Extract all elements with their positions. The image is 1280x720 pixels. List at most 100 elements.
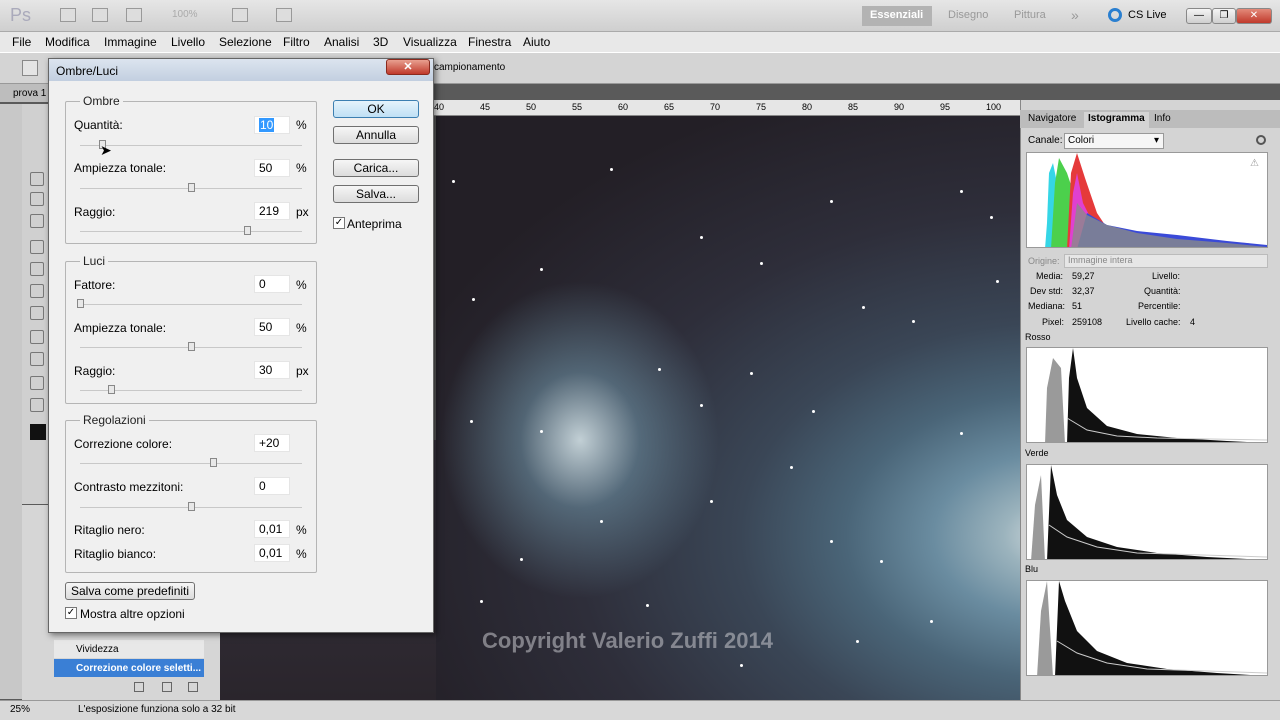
screen-mode-icon[interactable] <box>276 8 292 22</box>
salva-button[interactable]: Salva... <box>333 185 419 203</box>
dialog-close-button[interactable]: ✕ <box>386 59 430 75</box>
foreground-color-swatch[interactable] <box>30 424 46 440</box>
luci-raggio-slider[interactable] <box>108 385 116 394</box>
menu-immagine[interactable]: Immagine <box>104 35 157 49</box>
menu-aiuto[interactable]: Aiuto <box>523 35 550 49</box>
menu-finestra[interactable]: Finestra <box>468 35 511 49</box>
lasso-tool-icon[interactable] <box>30 192 44 206</box>
layers-buttons <box>54 679 204 697</box>
contrasto-mezzitoni-slider[interactable] <box>188 502 195 511</box>
marquee-tool-icon[interactable] <box>30 172 44 186</box>
histogram-blu <box>1026 580 1268 676</box>
layer-name-selected: Correzione colore seletti... <box>76 663 202 674</box>
ombre-quantita-label: Quantità: <box>74 118 123 132</box>
star <box>760 262 763 265</box>
histogram-rosso <box>1026 347 1268 443</box>
luci-ampiezza-slider[interactable] <box>188 342 195 351</box>
carica-button[interactable]: Carica... <box>333 159 419 177</box>
menu-visualizza[interactable]: Visualizza <box>403 35 457 49</box>
hand-tool-icon[interactable] <box>30 398 44 412</box>
star <box>480 600 483 603</box>
star <box>658 368 661 371</box>
zoom-field[interactable]: 25% <box>10 704 30 715</box>
workspace-essenziali[interactable]: Essenziali <box>862 6 932 26</box>
tab-istogramma[interactable]: Istogramma <box>1084 112 1149 128</box>
eyedropper-icon[interactable] <box>22 60 38 76</box>
restore-button[interactable]: ❐ <box>1212 8 1236 24</box>
ombre-raggio-field[interactable]: 219 <box>254 202 290 220</box>
refresh-icon[interactable] <box>1256 135 1266 145</box>
rotate-view-tool-icon[interactable] <box>30 376 44 390</box>
annulla-button[interactable]: Annulla <box>333 126 419 144</box>
star <box>790 466 793 469</box>
menu-modifica[interactable]: Modifica <box>45 35 90 49</box>
luci-fattore-slider[interactable] <box>77 299 84 308</box>
minibridge-icon[interactable] <box>92 8 108 22</box>
ok-button[interactable]: OK <box>333 100 419 118</box>
workspace-pittura[interactable]: Pittura <box>1006 6 1054 26</box>
menu-selezione[interactable]: Selezione <box>219 35 272 49</box>
bridge-icon[interactable] <box>60 8 76 22</box>
workspace-disegno[interactable]: Disegno <box>940 6 996 26</box>
luci-fattore-field[interactable]: 0 <box>254 275 290 293</box>
menu-file[interactable]: File <box>12 35 31 49</box>
status-message: L'esposizione funziona solo a 32 bit <box>78 704 236 715</box>
star <box>540 430 543 433</box>
correzione-colore-slider[interactable] <box>210 458 218 467</box>
ruler-tick: 60 <box>618 102 629 112</box>
ombre-quantita-unit: % <box>296 118 307 132</box>
salva-predefiniti-button[interactable]: Salva come predefiniti <box>65 582 195 600</box>
stamp-tool-icon[interactable] <box>30 284 44 298</box>
stat-livello-cache-label: Livello cache: <box>1126 317 1181 327</box>
mostra-opzioni-checkbox[interactable]: ✓ <box>65 607 77 619</box>
folder-icon[interactable] <box>162 682 172 692</box>
ruler-tick: 100 <box>986 102 1002 112</box>
trash-icon[interactable] <box>188 682 198 692</box>
luci-ampiezza-field[interactable]: 50 <box>254 318 290 336</box>
ombre-raggio-slider[interactable] <box>243 226 251 235</box>
close-button[interactable]: ✕ <box>1236 8 1272 24</box>
photoshop-logo: Ps <box>10 5 32 25</box>
extras-icon[interactable] <box>126 8 142 22</box>
luci-raggio-field[interactable]: 30 <box>254 361 290 379</box>
brush-tool-icon[interactable] <box>30 262 44 276</box>
ruler-tick: 45 <box>480 102 491 112</box>
ruler-tick: 50 <box>526 102 537 112</box>
adjustment-icon[interactable] <box>134 682 144 692</box>
tab-info[interactable]: Info <box>1150 112 1175 128</box>
ritaglio-nero-field[interactable]: 0,01 <box>254 520 290 538</box>
menu-analisi[interactable]: Analisi <box>324 35 359 49</box>
origine-select[interactable]: Immagine intera <box>1064 254 1268 268</box>
contrasto-mezzitoni-field[interactable]: 0 <box>254 477 290 495</box>
ruler-tick: 90 <box>894 102 905 112</box>
direct-select-tool-icon[interactable] <box>30 352 44 366</box>
ritaglio-bianco-label: Ritaglio bianco: <box>74 547 157 561</box>
ombre-quantita-field[interactable]: 10 <box>254 116 290 134</box>
star <box>996 280 999 283</box>
stat-percentile-label: Percentile: <box>1138 301 1181 311</box>
zoom-level[interactable]: 100% <box>172 9 198 20</box>
anteprima-checkbox[interactable]: ✓ <box>333 217 345 229</box>
menu-3d[interactable]: 3D <box>373 35 388 49</box>
path-tool-icon[interactable] <box>30 330 44 344</box>
healing-tool-icon[interactable] <box>30 240 44 254</box>
ombre-ampiezza-slider[interactable] <box>188 183 195 192</box>
arrange-icon[interactable] <box>232 8 248 22</box>
ombre-group-title: Ombre <box>80 94 123 108</box>
crop-tool-icon[interactable] <box>30 214 44 228</box>
menu-livello[interactable]: Livello <box>171 35 205 49</box>
menu-filtro[interactable]: Filtro <box>283 35 310 49</box>
ombre-ampiezza-field[interactable]: 50 <box>254 159 290 177</box>
blur-tool-icon[interactable] <box>30 306 44 320</box>
tab-navigatore[interactable]: Navigatore <box>1024 112 1080 128</box>
stat-pixel-value: 259108 <box>1072 317 1103 327</box>
ritaglio-bianco-field[interactable]: 0,01 <box>254 544 290 562</box>
canale-select[interactable]: Colori ▾ <box>1064 133 1164 149</box>
ombre-quantita-track <box>80 145 302 146</box>
correzione-colore-field[interactable]: +20 <box>254 434 290 452</box>
more-workspaces-icon[interactable]: » <box>1063 4 1087 24</box>
sample-option-label: campionamento <box>434 62 506 73</box>
minimize-button[interactable]: — <box>1186 8 1212 24</box>
ruler-tick: 70 <box>710 102 721 112</box>
cs-live-button[interactable]: CS Live <box>1128 9 1167 21</box>
